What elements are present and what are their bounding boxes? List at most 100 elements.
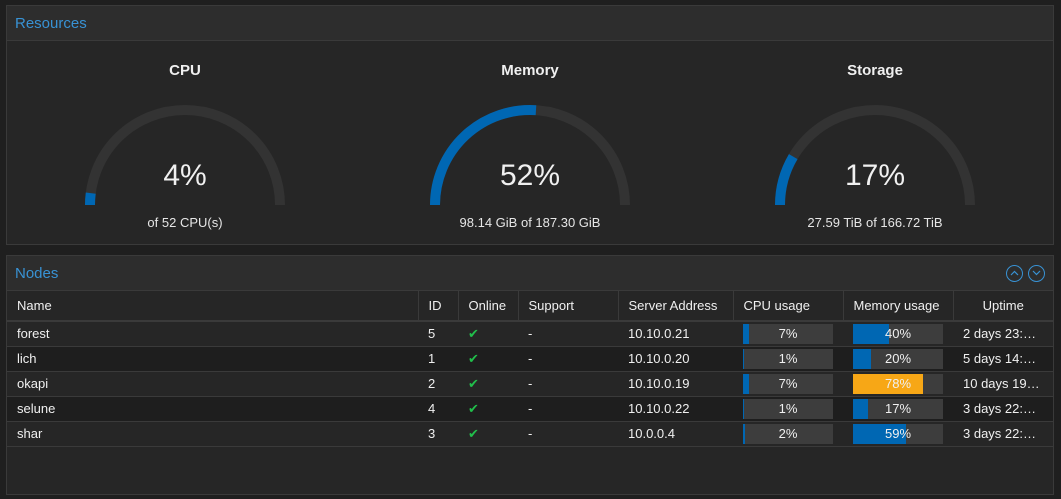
node-id: 1	[418, 346, 458, 372]
column-header-support[interactable]: Support	[518, 291, 619, 322]
gauge-title: Storage	[847, 62, 903, 79]
header-tools	[1006, 264, 1045, 282]
cpu-usage-cell: 1%	[733, 346, 843, 372]
column-header-uptime[interactable]: Uptime	[953, 291, 1053, 322]
column-header-cpu-usage[interactable]: CPU usage	[733, 291, 844, 322]
online-cell: ✔	[458, 421, 518, 447]
node-name: selune	[7, 396, 418, 422]
column-header-name[interactable]: Name	[7, 291, 419, 322]
memory-usage-bar: 78%	[853, 373, 943, 394]
memory-usage-label: 17%	[884, 400, 912, 416]
node-address: 10.10.0.19	[618, 371, 733, 397]
cpu-usage-bar: 7%	[743, 373, 833, 394]
node-address: 10.10.0.22	[618, 396, 733, 422]
cpu-usage-bar: 1%	[743, 398, 833, 419]
node-support: -	[518, 346, 618, 372]
table-row[interactable]: selune 4 ✔ -10.10.0.22 1% 17% 3 days 22:…	[7, 396, 1053, 422]
storage-gauge: Storage 17% 27.59 TiB of 166.72 TiB	[725, 42, 1025, 242]
column-header-memory-usage[interactable]: Memory usage	[843, 291, 954, 322]
node-id: 2	[418, 371, 458, 397]
chevron-down-circle-icon[interactable]	[1028, 264, 1045, 282]
memory-usage-bar: 17%	[853, 398, 943, 419]
memory-gauge: Memory 52% 98.14 GiB of 187.30 GiB	[380, 42, 680, 242]
cpu-usage-cell: 7%	[733, 321, 843, 347]
resources-panel: Resources CPU 4% of 52 CPU(s) Memory 52%…	[6, 5, 1054, 245]
cpu-usage-label: 1%	[778, 350, 798, 366]
online-cell: ✔	[458, 346, 518, 372]
node-uptime: 5 days 14:…	[953, 346, 1053, 372]
cpu-usage-bar: 7%	[743, 323, 833, 344]
cpu-usage-label: 7%	[778, 325, 798, 341]
memory-usage-bar: 20%	[853, 348, 943, 369]
memory-usage-cell: 17%	[843, 396, 953, 422]
node-support: -	[518, 321, 618, 347]
table-row[interactable]: shar 3 ✔ -10.0.0.4 2% 59% 3 days 22:…	[7, 421, 1053, 447]
gauge-title: CPU	[169, 62, 201, 79]
cpu-usage-label: 1%	[778, 400, 798, 416]
memory-usage-label: 20%	[884, 350, 912, 366]
column-header-server-address[interactable]: Server Address	[618, 291, 734, 322]
memory-usage-bar: 40%	[853, 323, 943, 344]
memory-usage-bar: 59%	[853, 423, 943, 444]
gauge-arc	[85, 105, 285, 206]
node-uptime: 10 days 19…	[953, 371, 1053, 397]
column-header-online[interactable]: Online	[458, 291, 519, 322]
check-icon: ✔	[468, 400, 479, 416]
memory-usage-cell: 78%	[843, 371, 953, 397]
cpu-usage-label: 2%	[778, 425, 798, 441]
node-id: 4	[418, 396, 458, 422]
gauge-subtitle: 98.14 GiB of 187.30 GiB	[459, 215, 601, 230]
node-uptime: 3 days 22:…	[953, 396, 1053, 422]
resources-header: Resources	[7, 6, 1053, 41]
table-row[interactable]: forest 5 ✔ -10.10.0.21 7% 40% 2 days 23:…	[7, 321, 1053, 347]
check-icon: ✔	[468, 425, 479, 441]
memory-usage-cell: 20%	[843, 346, 953, 372]
node-uptime: 2 days 23:…	[953, 321, 1053, 347]
cpu-usage-bar: 2%	[743, 423, 833, 444]
node-address: 10.10.0.20	[618, 346, 733, 372]
memory-usage-label: 40%	[884, 325, 912, 341]
node-support: -	[518, 396, 618, 422]
cpu-usage-cell: 1%	[733, 396, 843, 422]
node-support: -	[518, 371, 618, 397]
node-name: lich	[7, 346, 418, 372]
gauge-subtitle: of 52 CPU(s)	[147, 215, 223, 230]
check-icon: ✔	[468, 350, 479, 366]
node-id: 3	[418, 421, 458, 447]
table-row[interactable]: lich 1 ✔ -10.10.0.20 1% 20% 5 days 14:…	[7, 346, 1053, 372]
node-address: 10.10.0.21	[618, 321, 733, 347]
column-header-id[interactable]: ID	[418, 291, 459, 322]
node-name: forest	[7, 321, 418, 347]
nodes-panel: Nodes Name ID Online Support Server Addr…	[6, 255, 1054, 495]
gauge-value: 52%	[499, 159, 561, 192]
nodes-title: Nodes	[15, 264, 59, 282]
nodes-table: Name ID Online Support Server Address CP…	[7, 291, 1053, 447]
node-name: okapi	[7, 371, 418, 397]
memory-usage-label: 78%	[884, 375, 912, 391]
resources-title: Resources	[15, 14, 87, 32]
online-cell: ✔	[458, 371, 518, 397]
gauges-container: CPU 4% of 52 CPU(s) Memory 52% 98.14 GiB…	[7, 42, 1053, 244]
table-header-row: Name ID Online Support Server Address CP…	[7, 291, 1053, 322]
node-uptime: 3 days 22:…	[953, 421, 1053, 447]
gauge-value: 17%	[844, 159, 906, 192]
nodes-header: Nodes	[7, 256, 1053, 291]
chevron-up-circle-icon[interactable]	[1006, 264, 1023, 282]
cpu-usage-bar: 1%	[743, 348, 833, 369]
node-support: -	[518, 421, 618, 447]
memory-usage-cell: 40%	[843, 321, 953, 347]
gauge-fill	[85, 192, 96, 206]
memory-usage-cell: 59%	[843, 421, 953, 447]
gauge-value: 4%	[163, 159, 207, 192]
cpu-usage-cell: 2%	[733, 421, 843, 447]
cpu-usage-cell: 7%	[733, 371, 843, 397]
memory-usage-label: 59%	[884, 425, 912, 441]
node-name: shar	[7, 421, 418, 447]
table-row[interactable]: okapi 2 ✔ -10.10.0.19 7% 78% 10 days 19…	[7, 371, 1053, 397]
node-id: 5	[418, 321, 458, 347]
gauge-arc	[775, 105, 975, 206]
cpu-gauge: CPU 4% of 52 CPU(s)	[35, 42, 335, 242]
gauge-arc	[430, 105, 630, 206]
online-cell: ✔	[458, 396, 518, 422]
cpu-usage-label: 7%	[778, 375, 798, 391]
